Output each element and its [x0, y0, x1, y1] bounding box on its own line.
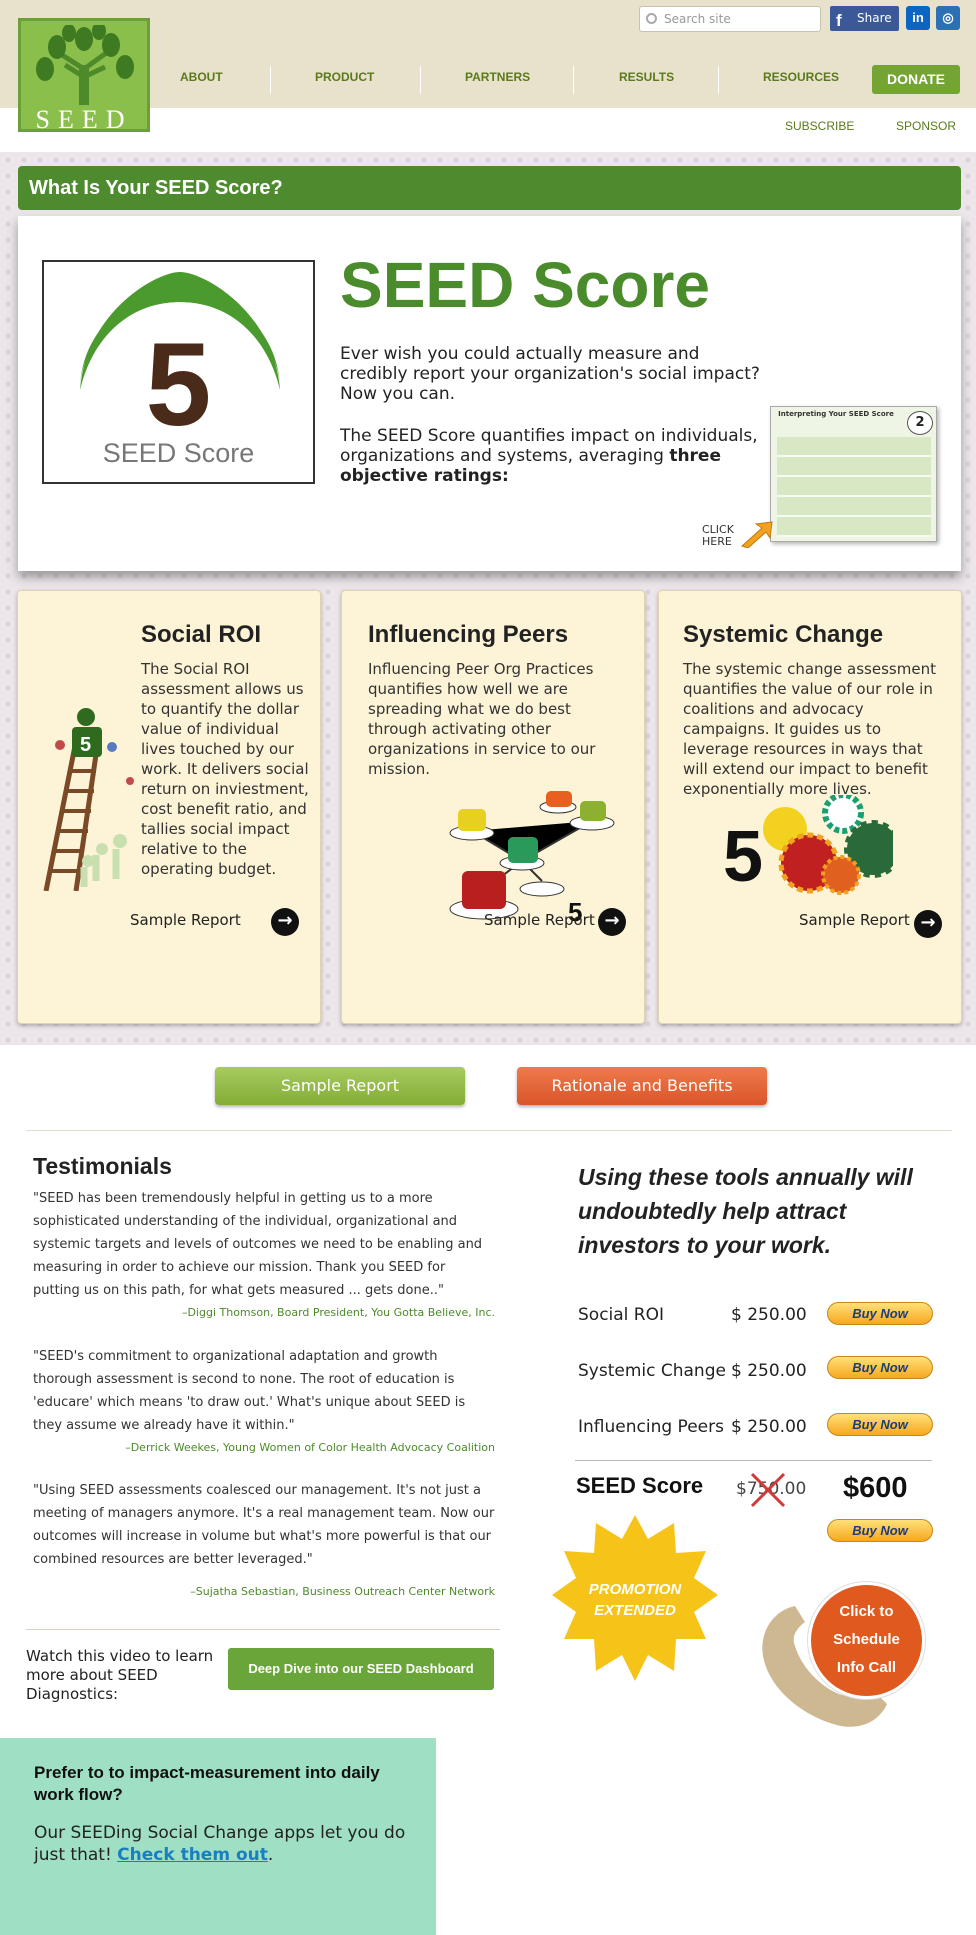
logo-wordmark: SEED	[35, 105, 133, 134]
card-social-roi: Social ROI The Social ROI assessment all…	[17, 590, 321, 1024]
apps-text-tail: .	[267, 1845, 274, 1865]
sample-report-link[interactable]: Sample Report	[799, 911, 910, 929]
deep-dive-button[interactable]: Deep Dive into our SEED Dashboard	[228, 1648, 494, 1690]
video-prompt: Watch this video to learn more about SEE…	[26, 1647, 214, 1703]
peer-groups-icon: 5	[449, 791, 615, 927]
testimonial-author: –Derrick Weekes, Young Women of Color He…	[125, 1441, 495, 1454]
testimonial-author: –Sujatha Sebastian, Business Outreach Ce…	[190, 1585, 495, 1598]
testimonials-heading: Testimonials	[33, 1153, 172, 1179]
promotion-label: PROMOTION EXTENDED	[588, 1581, 682, 1619]
thumbnail-title: Interpreting Your SEED Score	[778, 410, 894, 418]
search-input[interactable]: Search site	[639, 6, 821, 32]
nav-product[interactable]: PRODUCT	[315, 70, 374, 84]
card-title: Systemic Change	[683, 621, 884, 648]
nav-divider	[420, 66, 421, 94]
buy-now-button[interactable]: Buy Now	[827, 1413, 933, 1436]
arrow-right-icon[interactable]: →	[598, 908, 626, 936]
section-heading-bar: What Is Your SEED Score?	[18, 166, 961, 210]
card-text: Influencing Peer Org Practices quantifie…	[368, 660, 596, 778]
facebook-icon: f	[836, 11, 842, 30]
apps-text: Our SEEDing Social Change apps let you d…	[34, 1822, 414, 1866]
card-systemic-change: Systemic Change The systemic change asse…	[658, 590, 962, 1024]
buy-now-button[interactable]: Buy Now	[827, 1519, 933, 1542]
linkedin-icon[interactable]: in	[906, 6, 930, 30]
climber-number: 5	[80, 734, 91, 756]
divider	[26, 1629, 500, 1630]
seed-score-badge: 5 SEED Score	[42, 260, 315, 484]
product-name: Systemic Change	[578, 1361, 726, 1381]
testimonial-quote: "Using SEED assessments coalesced our ma…	[33, 1483, 495, 1567]
subscribe-link[interactable]: SUBSCRIBE	[785, 119, 854, 133]
bundle-name: SEED Score	[576, 1473, 704, 1498]
apps-callout: Prefer to to impact-measurement into dai…	[0, 1738, 436, 1935]
ladder-climber-icon: 5	[43, 708, 134, 891]
product-price: $ 250.00	[731, 1361, 807, 1381]
sponsor-link[interactable]: SPONSOR	[896, 119, 956, 133]
seed-logo[interactable]: SEED	[18, 18, 150, 134]
product-name: Influencing Peers	[578, 1417, 724, 1437]
hero-description: The SEED Score quantifies impact on indi…	[340, 426, 760, 486]
divider	[575, 1460, 932, 1461]
facebook-share-button[interactable]: f Share	[830, 6, 899, 31]
divider	[26, 1130, 952, 1131]
hero-intro: Ever wish you could actually measure and…	[340, 344, 760, 404]
arrow-right-icon[interactable]: →	[271, 908, 299, 936]
nav-divider	[718, 66, 719, 94]
product-name: Social ROI	[578, 1305, 665, 1325]
search-icon	[646, 13, 657, 24]
rationale-benefits-button[interactable]: Rationale and Benefits	[517, 1067, 767, 1105]
badge-label: SEED Score	[102, 438, 255, 468]
buy-now-button[interactable]: Buy Now	[827, 1356, 933, 1379]
interpreting-score-thumbnail[interactable]: Interpreting Your SEED Score 2	[770, 406, 937, 542]
testimonial-quote: "SEED has been tremendously helpful in g…	[33, 1191, 483, 1298]
instagram-icon[interactable]: ◎	[936, 6, 960, 30]
testimonial-quote: "SEED's commitment to organizational ada…	[33, 1349, 466, 1433]
sample-report-link[interactable]: Sample Report	[130, 911, 241, 929]
testimonial-author: –Diggi Thomson, Board President, You Got…	[181, 1306, 495, 1319]
donate-button[interactable]: DONATE	[872, 65, 960, 94]
buy-now-button[interactable]: Buy Now	[827, 1302, 933, 1325]
strike-x-icon	[750, 1472, 786, 1508]
sample-report-link[interactable]: Sample Report	[484, 911, 595, 929]
gears-icon: 5	[723, 795, 893, 897]
card-title: Influencing Peers	[368, 621, 569, 648]
card-text: The systemic change assessment quantifie…	[683, 660, 936, 798]
search-placeholder: Search site	[664, 12, 731, 26]
schedule-call-label[interactable]: Click to Schedule Info Call	[818, 1598, 915, 1682]
thumbnail-table	[777, 437, 931, 537]
thumbnail-score-badge: 2	[907, 411, 933, 435]
share-label: Share	[857, 11, 892, 25]
nav-partners[interactable]: PARTNERS	[465, 70, 530, 84]
nav-divider	[573, 66, 574, 94]
card-influencing-peers: Influencing Peers Influencing Peer Org P…	[341, 590, 645, 1024]
hero-title: SEED Score	[340, 249, 710, 321]
check-them-out-link[interactable]: Check them out	[117, 1845, 268, 1865]
gears-number: 5	[723, 817, 763, 897]
badge-number: 5	[145, 319, 212, 451]
pricing-tagline: Using these tools annually will undoubte…	[578, 1164, 913, 1258]
arrow-pointer-icon	[741, 521, 773, 548]
tree-logo-icon	[36, 25, 134, 105]
product-price: $ 250.00	[731, 1417, 807, 1437]
bundle-new-price: $600	[843, 1472, 908, 1504]
product-price: $ 250.00	[731, 1305, 807, 1325]
nav-resources[interactable]: RESOURCES	[763, 70, 839, 84]
sample-report-button[interactable]: Sample Report	[215, 1067, 465, 1105]
apps-heading: Prefer to to impact-measurement into dai…	[34, 1763, 380, 1804]
nav-results[interactable]: RESULTS	[619, 70, 674, 84]
card-title: Social ROI	[141, 621, 262, 648]
nav-about[interactable]: ABOUT	[180, 70, 223, 84]
page: { "header": { "logo_text": "SEED", "sear…	[0, 0, 976, 1935]
nav-divider	[270, 66, 271, 94]
arrow-right-icon[interactable]: →	[914, 910, 942, 938]
click-here-label[interactable]: CLICK HERE	[702, 524, 742, 548]
card-text: The Social ROI assessment allows us to q…	[141, 660, 309, 878]
hero-panel: 5 SEED Score SEED Score Ever wish you co…	[18, 216, 961, 571]
